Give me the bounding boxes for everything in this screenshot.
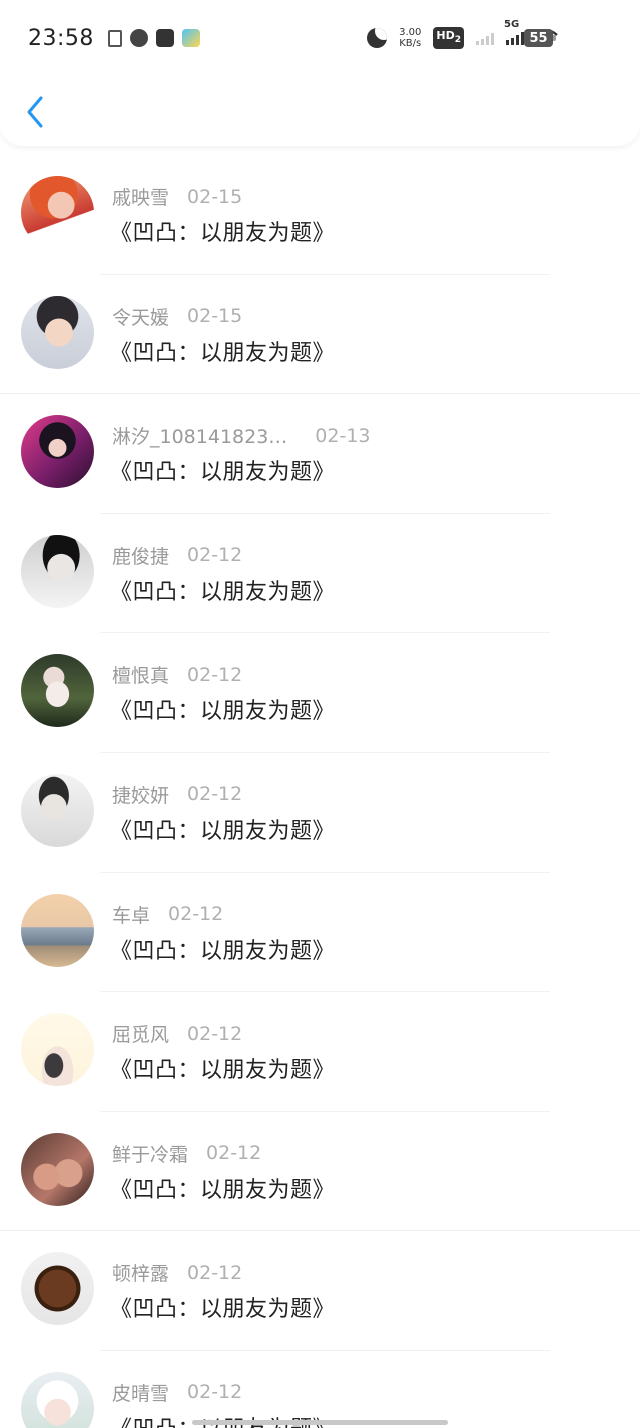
item-meta: 鹿俊捷 02-12 (112, 542, 242, 569)
back-button[interactable] (20, 94, 50, 130)
item-meta: 淋汐_108141823… 02-13 (112, 422, 371, 449)
hd-icon: HD2 (433, 26, 464, 50)
list-item[interactable]: 鹿俊捷 02-12 《凹凸：以朋友为题》 (0, 514, 640, 634)
hd-label: HD (436, 28, 455, 42)
user-name[interactable]: 屈觅风 (112, 1020, 169, 1047)
battery-icon: 55 (524, 29, 556, 47)
item-meta: 屈觅风 02-12 (112, 1020, 242, 1047)
item-title: 《凹凸：以朋友为题》 (110, 460, 336, 486)
item-title: 《凹凸：以朋友为题》 (110, 938, 336, 964)
list-item[interactable]: 淋汐_108141823… 02-13 《凹凸：以朋友为题》 (0, 394, 640, 514)
user-name[interactable]: 鹿俊捷 (112, 542, 169, 569)
user-name[interactable]: 皮晴雪 (112, 1379, 169, 1406)
leaf-app-icon (129, 29, 148, 47)
avatar[interactable] (21, 654, 94, 728)
item-date: 02-12 (187, 783, 243, 806)
list-item[interactable]: 顿梓露 02-12 《凹凸：以朋友为题》 (0, 1231, 640, 1351)
list-item[interactable]: 屈觅风 02-12 《凹凸：以朋友为题》 (0, 992, 640, 1112)
maps-app-icon (181, 29, 200, 47)
item-date: 02-12 (187, 1261, 243, 1284)
item-date: 02-12 (168, 903, 224, 926)
chevron-left-icon (27, 96, 43, 128)
user-name[interactable]: 顿梓露 (112, 1259, 169, 1286)
mail-icon (155, 29, 174, 47)
screen: 23:58 3.00 KB/s HD2 5G 55 戚映雪 02-15 《凹凸：… (0, 0, 640, 1428)
item-date: 02-15 (187, 305, 243, 328)
item-title: 《凹凸：以朋友为题》 (110, 221, 336, 246)
message-list: 戚映雪 02-15 《凹凸：以朋友为题》 令天媛 02-15 《凹凸：以朋友为题… (0, 155, 640, 1428)
signal-sim2-icon (476, 31, 494, 45)
item-title: 《凹凸：以朋友为题》 (110, 340, 336, 366)
notification-icons (107, 29, 200, 47)
user-name[interactable]: 淋汐_108141823… (112, 422, 287, 449)
user-name[interactable]: 戚映雪 (112, 183, 169, 210)
item-title: 《凹凸：以朋友为题》 (110, 1177, 336, 1203)
item-meta: 令天媛 02-15 (112, 303, 242, 330)
battery-level: 55 (529, 30, 548, 46)
user-name[interactable]: 鲜于冷霜 (112, 1140, 188, 1167)
home-indicator[interactable] (192, 1420, 448, 1425)
avatar[interactable] (21, 1013, 94, 1087)
item-date: 02-12 (187, 1381, 243, 1404)
avatar[interactable] (21, 773, 94, 847)
user-name[interactable]: 令天媛 (112, 303, 169, 330)
item-title: 《凹凸：以朋友为题》 (110, 579, 336, 605)
avatar[interactable] (21, 534, 94, 608)
item-date: 02-12 (187, 544, 243, 567)
network-type: 5G (504, 19, 520, 30)
network-speed-value: 3.00 (399, 27, 422, 38)
avatar[interactable] (21, 176, 94, 249)
list-item[interactable]: 皮晴雪 02-12 《凹凸：以朋友为题》 (0, 1351, 640, 1428)
item-title: 《凹凸：以朋友为题》 (110, 1058, 336, 1084)
item-date: 02-12 (187, 1022, 243, 1045)
hd-sub: 2 (454, 35, 461, 46)
item-title: 《凹凸：以朋友为题》 (110, 818, 336, 844)
user-name[interactable]: 捷姣妍 (112, 781, 169, 808)
avatar[interactable] (21, 1252, 94, 1326)
item-title: 《凹凸：以朋友为题》 (110, 699, 336, 725)
user-name[interactable]: 车卓 (112, 901, 150, 928)
item-date: 02-12 (206, 1142, 262, 1165)
item-meta: 捷姣妍 02-12 (112, 781, 242, 808)
avatar[interactable] (21, 1371, 94, 1428)
avatar[interactable] (21, 893, 94, 967)
list-item[interactable]: 戚映雪 02-15 《凹凸：以朋友为题》 (0, 155, 640, 275)
item-meta: 檀恨真 02-12 (112, 661, 242, 688)
network-speed-unit: KB/s (399, 38, 422, 49)
user-name[interactable]: 檀恨真 (112, 661, 169, 688)
list-item[interactable]: 鲜于冷霜 02-12 《凹凸：以朋友为题》 (0, 1112, 640, 1232)
item-date: 02-15 (187, 185, 243, 208)
item-meta: 皮晴雪 02-12 (112, 1379, 242, 1406)
status-time: 23:58 (28, 25, 94, 51)
item-date: 02-12 (187, 663, 243, 686)
avatar[interactable] (21, 1132, 94, 1206)
list-item[interactable]: 车卓 02-12 《凹凸：以朋友为题》 (0, 873, 640, 993)
header-bar: 23:58 3.00 KB/s HD2 5G 55 (0, 0, 640, 146)
item-date: 02-13 (315, 424, 371, 447)
item-meta: 戚映雪 02-15 (112, 183, 242, 210)
list-item[interactable]: 令天媛 02-15 《凹凸：以朋友为题》 (0, 275, 640, 395)
moon-icon (367, 28, 388, 48)
avatar[interactable] (21, 295, 94, 369)
network-speed: 3.00 KB/s (399, 27, 421, 49)
avatar[interactable] (21, 415, 94, 489)
document-icon (107, 29, 122, 47)
signal-5g-icon: 5G (504, 19, 524, 45)
item-meta: 鲜于冷霜 02-12 (112, 1140, 261, 1167)
item-meta: 车卓 02-12 (112, 901, 223, 928)
list-item[interactable]: 捷姣妍 02-12 《凹凸：以朋友为题》 (0, 753, 640, 873)
list-item[interactable]: 檀恨真 02-12 《凹凸：以朋友为题》 (0, 633, 640, 753)
item-meta: 顿梓露 02-12 (112, 1259, 242, 1286)
item-title: 《凹凸：以朋友为题》 (110, 1297, 336, 1323)
